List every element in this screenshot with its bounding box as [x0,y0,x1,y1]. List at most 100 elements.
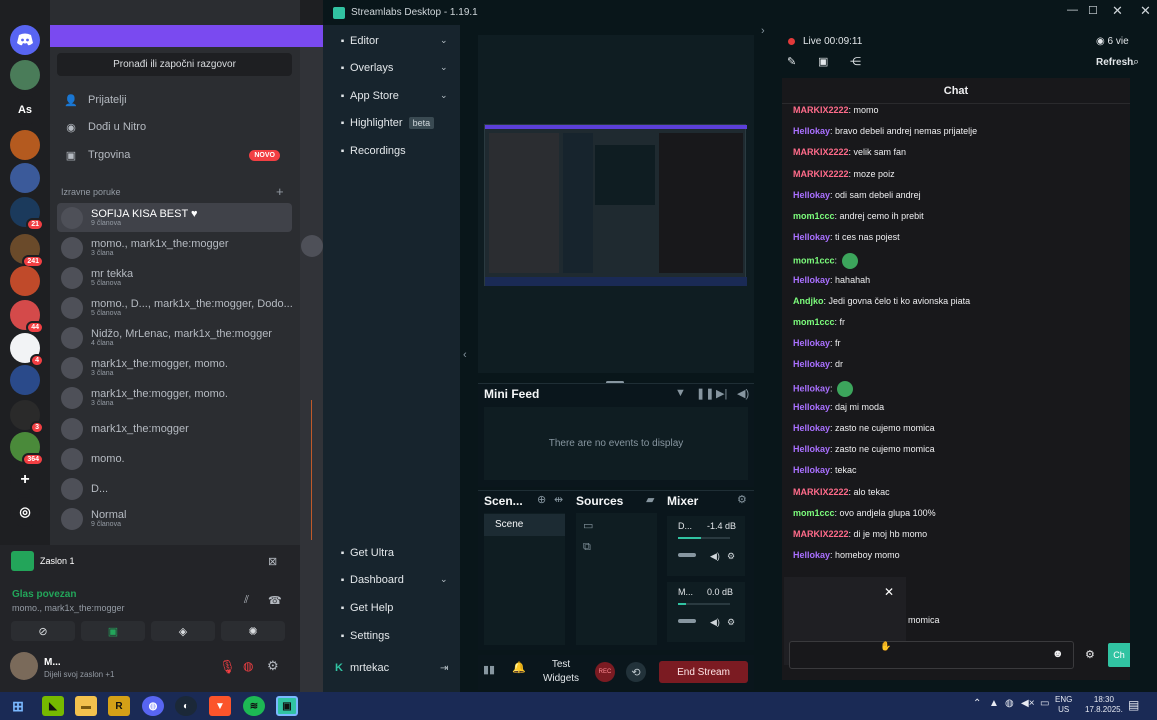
maximize-icon[interactable]: ☐ [1088,4,1098,17]
chevron-down-icon[interactable]: ⌄ [440,574,448,585]
chat-settings-icon[interactable]: ⚙ [1085,648,1095,661]
dm-item[interactable]: Nidžo, MrLenac, mark1x_the:mogger 4 člana [57,323,292,352]
close-icon[interactable]: ✕ [1112,3,1123,19]
search-icon[interactable]: ⌕ [1133,56,1139,69]
collapse-right-icon[interactable]: › [761,25,765,37]
record-button[interactable]: REC [595,662,615,682]
speaker-muted-icon[interactable]: ◀× [1021,698,1035,709]
pause-icon[interactable]: ❚❚ [696,387,714,400]
filter-icon[interactable]: ▼ [675,387,686,399]
refresh-button[interactable]: Refresh [1096,57,1133,68]
chat-username[interactable]: Hellokay [793,359,830,369]
avatar[interactable] [10,652,38,680]
chevron-down-icon[interactable]: ⌄ [440,35,448,46]
stop-share-icon[interactable]: ⊠ [268,555,277,568]
nav-get-help[interactable]: ▪ Get Help [335,598,394,618]
scene-transition-icon[interactable]: ⇹ [554,493,563,506]
channel-settings-icon[interactable]: ⚙ [727,551,735,562]
nav-friends[interactable]: 👤 Prijatelji [58,87,292,113]
brave-icon[interactable]: ▼ [209,696,231,716]
chat-username[interactable]: MARKIX2222 [793,147,849,157]
tray-app-icon[interactable]: ▲ [989,698,999,709]
chat-username[interactable]: mom1ccc [793,211,835,221]
nav-nitro[interactable]: ◉ Dođi u Nitro [58,114,292,140]
chat-username[interactable]: mom1ccc [793,508,835,518]
chat-username[interactable]: Hellokay [793,338,830,348]
dm-item[interactable]: mark1x_the:mogger, momo. 3 člana [57,353,292,382]
minimize-icon[interactable]: — [1067,4,1078,16]
notifications-icon[interactable]: 🔔 [512,661,526,674]
server-icon[interactable]: 21 [10,197,44,231]
edit-icon[interactable]: ✎ [787,55,796,68]
mixer-settings-icon[interactable]: ⚙ [737,493,747,506]
server-icon[interactable]: 364 [10,432,44,466]
emote-picker-icon[interactable]: ☻ [1052,648,1064,660]
file-explorer-icon[interactable]: ▬ [75,696,97,716]
spotify-icon[interactable]: ≋ [243,696,265,716]
server-icon[interactable]: 44 [10,300,44,334]
discord-taskbar-icon[interactable]: ◍ [142,696,164,716]
nav-dashboard[interactable]: ▪ Dashboard [335,570,404,590]
steam-icon[interactable]: ◐ [175,696,197,716]
server-icon[interactable] [10,266,40,296]
network-icon[interactable]: ▭ [1040,698,1049,709]
performance-icon[interactable]: ▮▮ [483,663,495,676]
streamlabs-taskbar-icon[interactable]: ▣ [276,696,298,716]
tray-app-icon[interactable]: ◍ [1005,698,1014,709]
window-source-icon[interactable]: ⧉ [583,541,591,554]
mute-icon[interactable]: 🎙 [219,659,236,675]
nav-highlighter[interactable]: ▪ Highlighter beta [335,113,435,133]
end-stream-button[interactable]: End Stream [659,661,748,683]
display-source-icon[interactable]: ▭ [583,519,593,532]
chevron-down-icon[interactable]: ⌄ [440,90,448,101]
add-server-icon[interactable]: + [10,465,40,495]
dm-item[interactable]: mr tekka 5 članova [57,263,292,292]
nav-recordings[interactable]: ▪ Recordings [335,141,406,161]
notification-center-icon[interactable]: ▤ [1128,698,1139,712]
volume-icon[interactable]: ◀) [737,387,749,400]
chat-username[interactable]: MARKIX2222 [793,105,849,115]
soundboard-button[interactable]: ✺ [221,621,285,641]
dm-item[interactable]: Normal 9 članova [57,504,292,533]
discord-home-icon[interactable] [10,25,40,55]
input-language[interactable]: ENG US [1055,695,1072,715]
stream-info-icon[interactable]: ▣ [818,55,828,68]
folder-icon[interactable]: ▰ [646,493,654,506]
dm-item[interactable]: momo. [57,444,292,473]
nav-app-store[interactable]: ▪ App Store [335,86,399,106]
add-scene-icon[interactable]: ⊕ [537,493,546,506]
server-icon[interactable]: 4 [10,333,44,367]
channel-settings-icon[interactable]: ⚙ [727,617,735,628]
volume-slider[interactable] [678,553,696,557]
server-icon[interactable]: 3 [10,400,44,434]
user-settings-icon[interactable]: ⚙ [267,658,279,674]
server-icon[interactable] [10,163,40,193]
deafen-icon[interactable]: ◍ [243,659,253,673]
share-screen-button[interactable]: ▣ [81,621,145,641]
skip-icon[interactable]: ▶| [716,387,727,400]
add-dm-button[interactable]: + [276,184,284,199]
tray-chevron-icon[interactable]: ⌃ [973,698,981,709]
nvidia-icon[interactable]: ◣ [42,696,64,716]
nav-editor[interactable]: ▪ Editor [335,31,379,51]
chat-username[interactable]: MARKIX2222 [793,487,849,497]
close-popup-icon[interactable]: ✕ [884,585,894,599]
nav-settings[interactable]: ▪ Settings [335,626,390,646]
collapse-left-icon[interactable]: ‹ [463,349,467,361]
activities-button[interactable]: ◈ [151,621,215,641]
voice-channel[interactable]: momo., mark1x_the:mogger [12,603,125,613]
speaker-icon[interactable]: ◀) [710,551,720,562]
scene-item[interactable]: Scene [484,514,565,536]
chat-username[interactable]: Hellokay [793,402,830,412]
app-icon[interactable]: R [108,696,130,716]
chat-username[interactable]: mom1ccc [793,256,835,266]
dm-item[interactable]: SOFIJA KISA BEST ♥ 9 članova [57,203,292,232]
volume-slider[interactable] [678,619,696,623]
chat-send-button[interactable]: Ch [1108,643,1130,667]
nav-overlays[interactable]: ▪ Overlays [335,58,394,78]
chat-username[interactable]: MARKIX2222 [793,169,849,179]
test-widgets-button[interactable]: Test Widgets [541,658,581,686]
server-icon[interactable] [10,60,40,90]
nav-shop[interactable]: ▣ Trgovina NOVO [58,142,292,168]
nav-get-ultra[interactable]: ▪ Get Ultra [335,543,394,563]
